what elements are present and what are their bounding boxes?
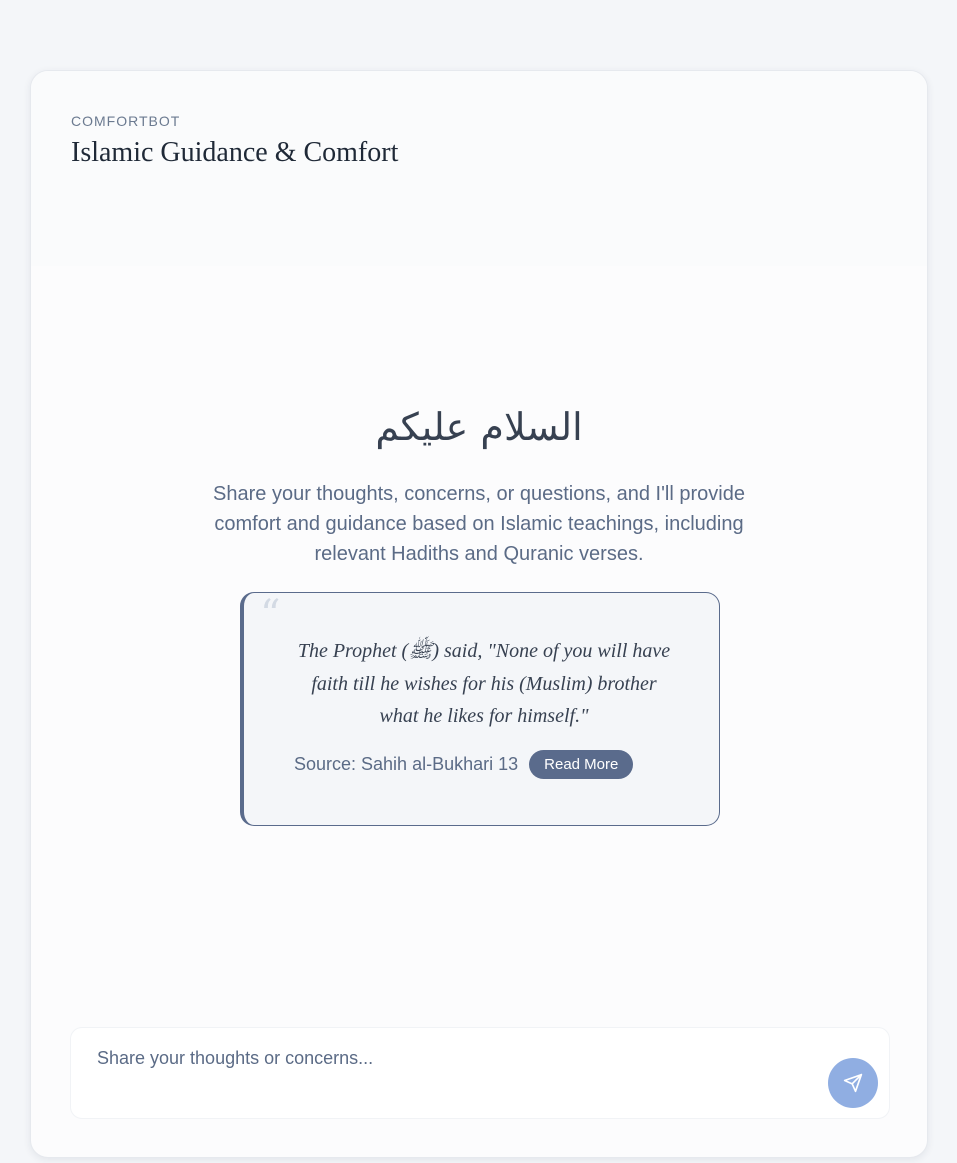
hadith-footer: Source: Sahih al-Bukhari 13 Read More xyxy=(294,750,634,779)
quote-icon: “ xyxy=(260,592,281,638)
message-input[interactable] xyxy=(97,1048,797,1069)
message-composer xyxy=(70,1027,890,1119)
arabic-greeting: السلام عليكم xyxy=(375,405,583,449)
brand-label: COMFORTBOT xyxy=(71,113,181,129)
send-button[interactable] xyxy=(828,1058,878,1108)
hadith-text: The Prophet (ﷺ) said, "None of you will … xyxy=(297,640,671,727)
hadith-source: Source: Sahih al-Bukhari 13 xyxy=(294,754,519,774)
page-title: Islamic Guidance & Comfort xyxy=(71,137,399,168)
send-icon xyxy=(843,1073,863,1093)
hadith-card: “ The Prophet (ﷺ) said, "None of you wil… xyxy=(240,592,720,826)
intro-text: Share your thoughts, concerns, or questi… xyxy=(213,483,745,565)
chat-card: COMFORTBOT Islamic Guidance & Comfort ال… xyxy=(30,70,928,1158)
welcome-section: السلام عليكم Share your thoughts, concer… xyxy=(31,401,927,569)
read-more-button[interactable]: Read More xyxy=(529,750,634,779)
chat-header: COMFORTBOT Islamic Guidance & Comfort xyxy=(31,71,927,266)
